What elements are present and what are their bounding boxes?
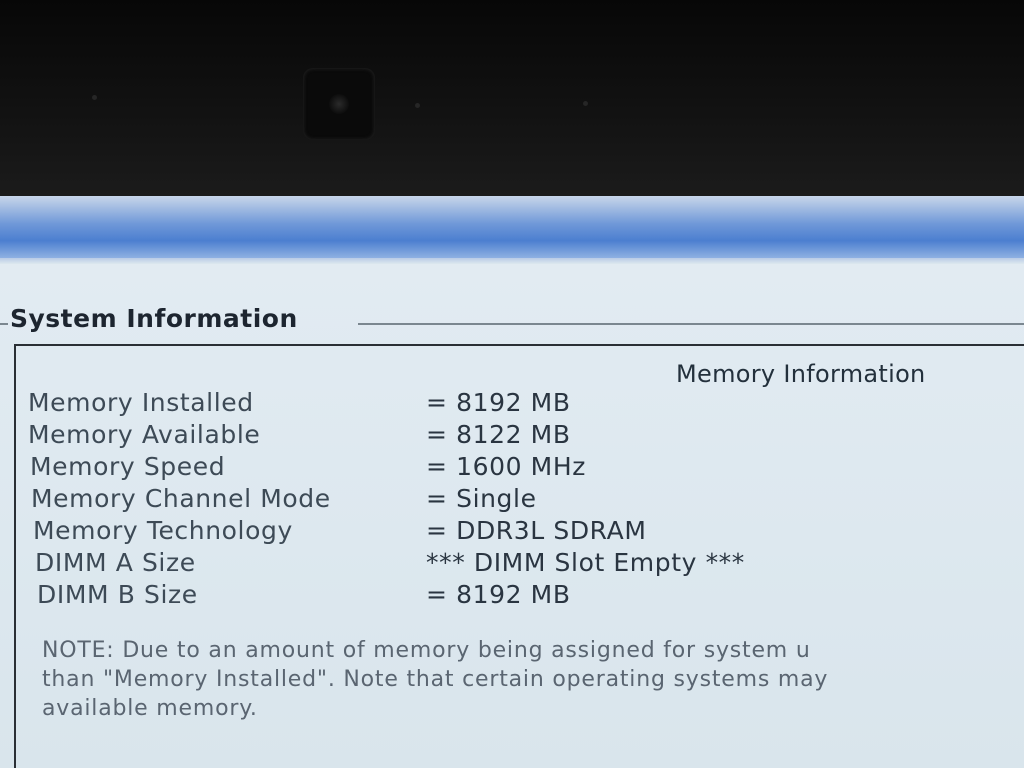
group-border-left <box>0 323 8 325</box>
row-value: = DDR3L SDRAM <box>426 516 647 545</box>
row-value: = 8192 MB <box>426 580 571 609</box>
note-line: than "Memory Installed". Note that certa… <box>42 667 829 692</box>
webcam-icon <box>303 68 375 140</box>
note-line: NOTE: Due to an amount of memory being a… <box>42 638 811 663</box>
row-value: = 1600 MHz <box>426 452 586 481</box>
info-row-memory-available: Memory Available = 8122 MB <box>28 420 1024 452</box>
row-value: = 8122 MB <box>426 420 571 449</box>
bezel-indicator-dot <box>415 103 420 108</box>
info-row-memory-speed: Memory Speed = 1600 MHz <box>30 452 1024 484</box>
note-line: available memory. <box>42 696 258 721</box>
info-row-dimm-b-size: DIMM B Size = 8192 MB <box>37 580 1024 612</box>
info-row-memory-installed: Memory Installed = 8192 MB <box>28 388 1024 420</box>
title-bar <box>0 196 1024 258</box>
info-row-memory-channel-mode: Memory Channel Mode = Single <box>31 484 1024 516</box>
panel-heading: Memory Information <box>676 360 926 388</box>
laptop-bezel <box>0 0 1024 205</box>
row-label: Memory Technology <box>33 516 293 545</box>
webcam-lens <box>329 94 349 114</box>
memory-note: NOTE: Due to an amount of memory being a… <box>42 636 1024 723</box>
group-border-top <box>358 323 1024 325</box>
bezel-microphone-dot-right <box>583 101 588 106</box>
row-label: DIMM A Size <box>35 548 196 577</box>
row-label: DIMM B Size <box>37 580 198 609</box>
row-label: Memory Available <box>28 420 261 449</box>
info-row-dimm-a-size: DIMM A Size *** DIMM Slot Empty *** <box>35 548 1024 580</box>
row-value: *** DIMM Slot Empty *** <box>426 548 745 577</box>
row-label: Memory Channel Mode <box>31 484 331 513</box>
bezel-microphone-dot <box>92 95 97 100</box>
bios-screen: System Information Memory Information Me… <box>0 196 1024 768</box>
section-title: System Information <box>10 304 298 333</box>
row-label: Memory Installed <box>28 388 254 417</box>
row-value: = 8192 MB <box>426 388 571 417</box>
title-bar-shadow <box>0 258 1024 264</box>
row-value: = Single <box>426 484 537 513</box>
row-label: Memory Speed <box>30 452 226 481</box>
info-row-memory-technology: Memory Technology = DDR3L SDRAM <box>33 516 1024 548</box>
